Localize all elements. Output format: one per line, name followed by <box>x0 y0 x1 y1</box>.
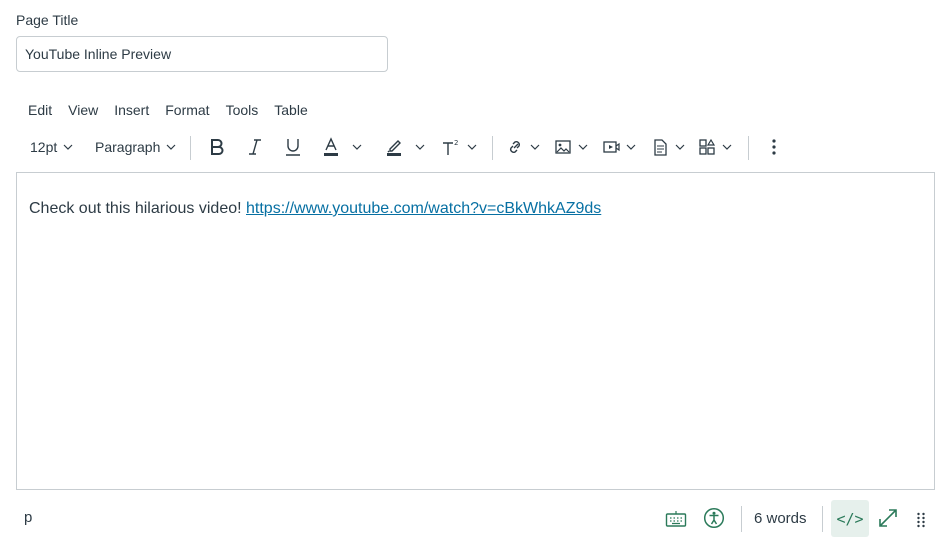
editor-paragraph[interactable]: Check out this hilarious video! https://… <box>29 200 601 218</box>
menu-view[interactable]: View <box>60 100 106 120</box>
keyboard-shortcuts-button[interactable] <box>664 507 688 531</box>
resize-handle[interactable] <box>914 510 928 530</box>
editor-content-area[interactable]: Check out this hilarious video! https://… <box>16 172 935 490</box>
statusbar-divider <box>741 506 742 532</box>
svg-text:2: 2 <box>454 139 458 147</box>
bold-button[interactable] <box>208 132 226 162</box>
keyboard-icon <box>665 511 687 527</box>
toolbar-divider <box>492 136 493 160</box>
block-format-select[interactable]: Paragraph <box>95 132 176 162</box>
highlight-color-button[interactable] <box>385 132 425 162</box>
chevron-down-icon <box>166 144 176 150</box>
html-editor-toggle[interactable]: </> <box>831 500 869 537</box>
media-icon <box>603 141 620 153</box>
media-button[interactable] <box>602 132 636 162</box>
drag-handle-icon <box>917 512 925 528</box>
apps-button[interactable] <box>698 132 732 162</box>
superscript-icon: 2 <box>443 139 458 155</box>
editor-menubar: Edit View Insert Format Tools Table <box>20 100 316 120</box>
menu-table[interactable]: Table <box>266 100 315 120</box>
image-icon <box>555 140 571 154</box>
font-size-value: 12pt <box>30 139 58 155</box>
link-icon <box>510 141 520 153</box>
more-options-button[interactable] <box>770 132 778 162</box>
editor-text: Check out this hilarious video! <box>29 200 246 217</box>
chevron-down-icon <box>722 144 732 150</box>
apps-icon <box>699 138 716 155</box>
chevron-down-icon <box>530 144 540 150</box>
youtube-link[interactable]: https://www.youtube.com/watch?v=cBkWhkAZ… <box>246 200 601 217</box>
image-button[interactable] <box>554 132 588 162</box>
text-color-icon <box>324 137 338 156</box>
font-size-select[interactable]: 12pt <box>30 132 73 162</box>
toolbar-divider <box>190 136 191 160</box>
chevron-down-icon <box>467 144 477 150</box>
chevron-down-icon <box>578 144 588 150</box>
underline-button[interactable] <box>284 132 302 162</box>
fullscreen-button[interactable] <box>876 506 900 530</box>
italic-icon <box>249 139 261 155</box>
chevron-down-icon <box>626 144 636 150</box>
superscript-button[interactable]: 2 <box>441 132 477 162</box>
block-format-value: Paragraph <box>95 139 161 155</box>
highlight-icon <box>387 140 401 156</box>
accessibility-checker-button[interactable] <box>702 506 726 530</box>
menu-format[interactable]: Format <box>157 100 217 120</box>
menu-edit[interactable]: Edit <box>20 100 60 120</box>
element-path[interactable]: p <box>24 509 32 526</box>
bold-icon <box>211 139 224 155</box>
text-color-button[interactable] <box>322 132 362 162</box>
word-count[interactable]: 6 words <box>754 510 807 527</box>
underline-icon <box>286 139 300 156</box>
menu-insert[interactable]: Insert <box>106 100 157 120</box>
editor-toolbar: 12pt Paragraph 2 <box>22 132 802 162</box>
chevron-down-icon <box>352 144 362 150</box>
statusbar-divider <box>822 506 823 532</box>
more-options-icon <box>772 139 776 155</box>
chevron-down-icon <box>415 144 425 150</box>
menu-tools[interactable]: Tools <box>218 100 267 120</box>
italic-button[interactable] <box>247 132 263 162</box>
page-title-label: Page Title <box>16 12 79 28</box>
page-title-input[interactable] <box>16 36 388 72</box>
toolbar-divider <box>748 136 749 160</box>
accessibility-icon <box>703 507 725 529</box>
document-icon <box>654 139 667 156</box>
document-button[interactable] <box>651 132 685 162</box>
expand-icon <box>879 509 897 527</box>
chevron-down-icon <box>63 144 73 150</box>
chevron-down-icon <box>675 144 685 150</box>
link-button[interactable] <box>506 132 540 162</box>
